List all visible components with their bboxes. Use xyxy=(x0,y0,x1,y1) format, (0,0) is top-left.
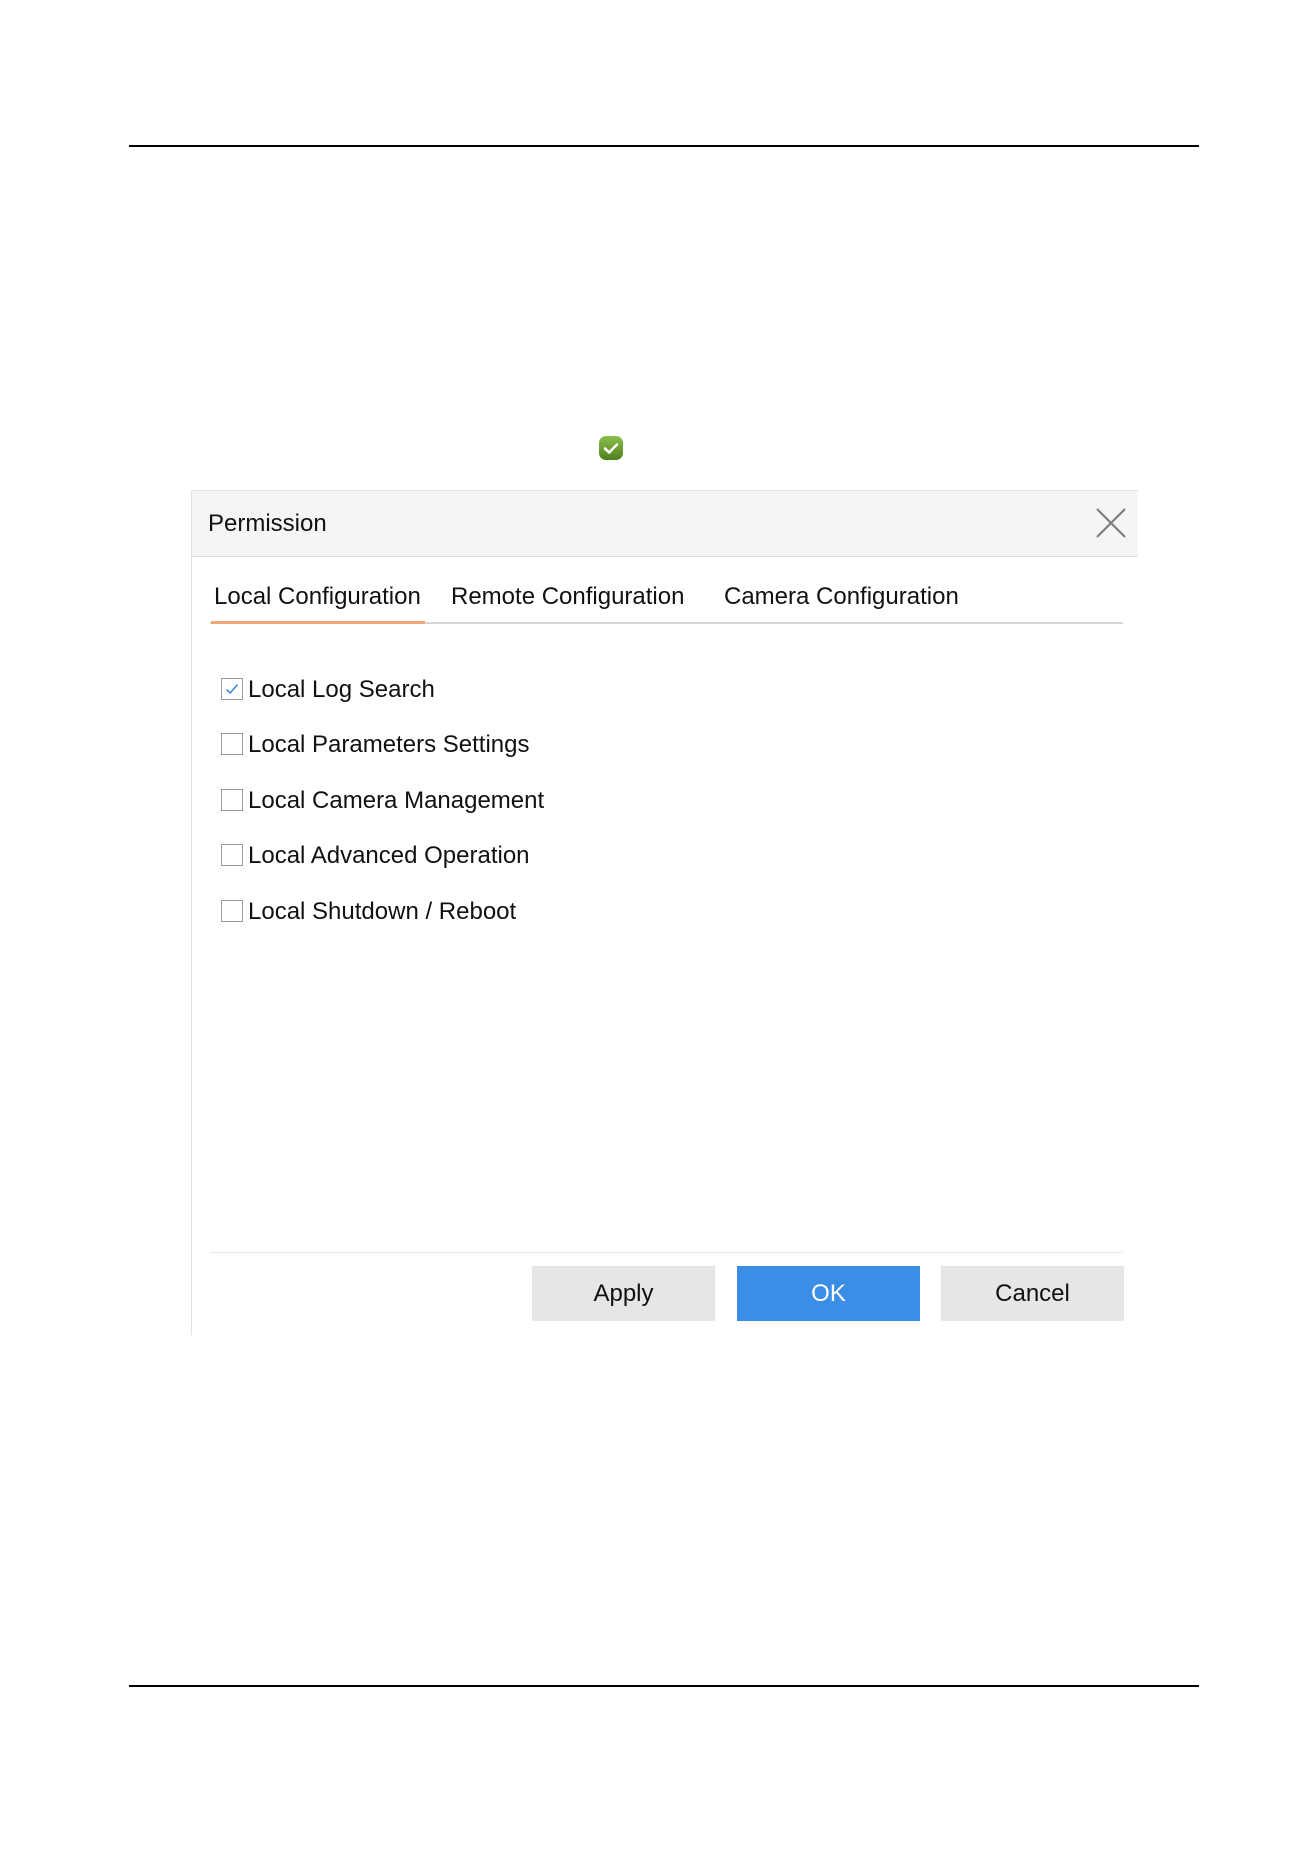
close-icon[interactable] xyxy=(1094,506,1128,540)
option-label: Local Parameters Settings xyxy=(248,731,530,758)
option-label: Local Advanced Operation xyxy=(248,842,530,869)
option-label: Local Shutdown / Reboot xyxy=(248,898,517,925)
footer-rule xyxy=(129,1685,1199,1687)
checkbox[interactable] xyxy=(221,733,243,755)
tab-local-configuration[interactable]: Local Configuration xyxy=(211,582,425,624)
cancel-button[interactable]: Cancel xyxy=(941,1266,1124,1321)
check-circle-icon xyxy=(599,436,623,460)
checkbox[interactable] xyxy=(221,900,243,922)
checkbox[interactable] xyxy=(221,844,243,866)
option-label: Local Camera Management xyxy=(248,787,545,814)
permission-dialog: Permission Local Configuration Remote Co… xyxy=(191,490,1138,1335)
apply-button[interactable]: Apply xyxy=(532,1266,715,1321)
option-label: Local Log Search xyxy=(248,676,435,703)
dialog-header: Permission xyxy=(192,490,1138,557)
checkbox[interactable] xyxy=(221,789,243,811)
tab-camera-configuration[interactable]: Camera Configuration xyxy=(724,582,959,622)
footer-divider xyxy=(210,1252,1123,1253)
ok-button[interactable]: OK xyxy=(737,1266,920,1321)
checkbox-checked[interactable] xyxy=(221,678,243,700)
tab-remote-configuration[interactable]: Remote Configuration xyxy=(451,582,684,622)
tab-bar: Local Configuration Remote Configuration… xyxy=(210,582,1123,624)
dialog-title: Permission xyxy=(208,510,327,537)
check-mark-icon xyxy=(225,683,239,695)
header-rule xyxy=(129,145,1199,147)
document-page: Permission Local Configuration Remote Co… xyxy=(0,0,1313,1873)
